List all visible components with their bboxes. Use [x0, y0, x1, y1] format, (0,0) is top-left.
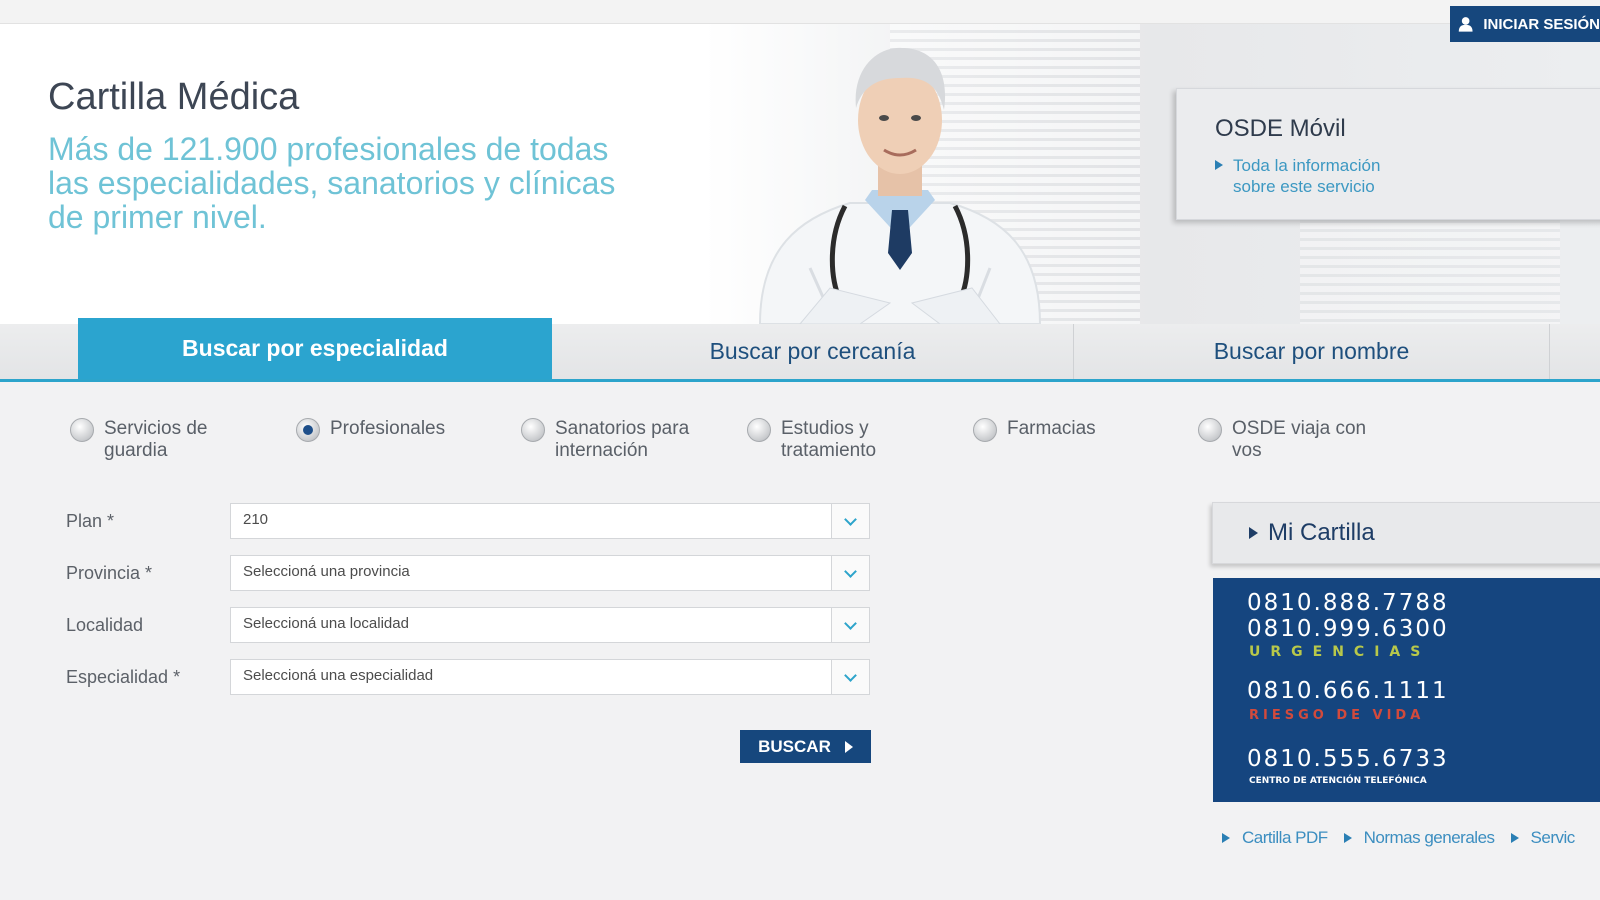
normas-generales-link[interactable]: Normas generales [1343, 828, 1495, 848]
osde-movil-title: OSDE Móvil [1215, 115, 1346, 142]
localidad-label: Localidad [66, 615, 144, 635]
radio-circle[interactable] [747, 418, 771, 442]
footer-links: Cartilla PDF Normas generales Servic [1222, 828, 1591, 848]
phone-number: 0810.666.1111 [1247, 678, 1449, 704]
buscar-button[interactable]: BUSCAR [740, 730, 871, 763]
arrow-right-icon [1222, 833, 1230, 843]
phone-number: 0810.555.6733 [1247, 746, 1449, 772]
link-label[interactable]: Normas generales [1364, 828, 1495, 848]
urgencias-tag: URGENCIAS [1249, 644, 1431, 660]
especialidad-select[interactable]: Seleccioná una especialidad [230, 659, 870, 695]
doctor-illustration [758, 47, 1042, 324]
radio-circle[interactable] [521, 418, 545, 442]
plan-label: Plan * [66, 511, 115, 531]
osde-movil-link[interactable]: Toda la información sobre este servicio [1215, 155, 1423, 197]
tab-buscar-nombre[interactable]: Buscar por nombre [1074, 324, 1550, 379]
plan-select[interactable]: 210 [230, 503, 870, 539]
buscar-label[interactable]: BUSCAR [758, 737, 831, 757]
phone-number: 0810.888.7788 [1247, 590, 1449, 616]
tab-buscar-especialidad[interactable]: Buscar por especialidad [78, 318, 552, 379]
radio-label: Servicios de guardia [104, 418, 208, 461]
riesgo-vida-tag: RIESGO DE VIDA [1249, 708, 1425, 723]
mi-cartilla-button[interactable]: Mi Cartilla [1212, 502, 1600, 564]
phone-number: 0810.999.6300 [1247, 616, 1449, 642]
arrow-right-icon [1249, 527, 1258, 539]
radio-label: Farmacias [1007, 418, 1096, 439]
arrow-right-icon [1343, 833, 1352, 843]
login-button[interactable]: INICIAR SESIÓN [1450, 6, 1600, 42]
play-arrow-icon [844, 740, 853, 753]
provincia-label: Provincia * [66, 563, 153, 583]
radio-circle-selected[interactable] [296, 418, 320, 442]
dropdown-button[interactable] [831, 556, 869, 590]
radio-label: Estudios y tratamiento [781, 418, 877, 461]
especialidad-label: Especialidad * [66, 667, 181, 687]
tab-buscar-cercania[interactable]: Buscar por cercanía [552, 324, 1074, 379]
provincia-value: Seleccioná una provincia [243, 563, 410, 580]
user-icon [1458, 17, 1473, 32]
provincia-select[interactable]: Seleccioná una provincia [230, 555, 870, 591]
dropdown-button[interactable] [831, 660, 869, 694]
chevron-down-icon [844, 668, 857, 682]
centro-atencion-tag: CENTRO DE ATENCIÓN TELEFÓNICA [1249, 776, 1427, 786]
hero-banner: Cartilla Médica Más de 121.900 profesion… [0, 24, 1600, 324]
arrow-right-icon [1510, 833, 1519, 843]
radio-label: OSDE viaja con vos [1232, 418, 1367, 461]
mi-cartilla-label[interactable]: Mi Cartilla [1268, 519, 1375, 547]
radio-label: Profesionales [330, 418, 446, 439]
chevron-down-icon [844, 512, 857, 526]
top-bar [0, 0, 1600, 24]
localidad-value: Seleccioná una localidad [243, 615, 409, 632]
search-type-radios: Servicios de guardia Profesionales Sanat… [0, 418, 1600, 478]
radio-sanatorios[interactable]: Sanatorios para internación [521, 418, 715, 462]
radio-profesionales[interactable]: Profesionales [296, 418, 480, 442]
window-blinds-lower [1300, 214, 1560, 324]
login-label[interactable]: INICIAR SESIÓN [1483, 16, 1600, 33]
page-title: Cartilla Médica [48, 76, 300, 118]
radio-estudios[interactable]: Estudios y tratamiento [747, 418, 911, 462]
radio-label: Sanatorios para internación [555, 418, 690, 461]
osde-movil-panel: OSDE Móvil Toda la información sobre est… [1176, 88, 1600, 220]
radio-osde-viaja[interactable]: OSDE viaja con vos [1198, 418, 1392, 462]
link-label[interactable]: Cartilla PDF [1242, 828, 1328, 848]
cartilla-pdf-link[interactable]: Cartilla PDF [1222, 828, 1328, 848]
link-label[interactable]: Servic [1531, 828, 1576, 848]
phone-numbers-panel: 0810.888.7788 0810.999.6300 URGENCIAS 08… [1213, 578, 1600, 802]
chevron-down-icon [844, 616, 857, 630]
dropdown-button[interactable] [831, 608, 869, 642]
radio-servicios-guardia[interactable]: Servicios de guardia [70, 418, 234, 462]
localidad-select[interactable]: Seleccioná una localidad [230, 607, 870, 643]
osde-movil-link-text[interactable]: Toda la información sobre este servicio [1233, 155, 1423, 197]
chevron-down-icon [844, 564, 857, 578]
plan-value: 210 [243, 511, 269, 528]
search-tabs: Buscar por especialidad Buscar por cerca… [0, 318, 1600, 382]
arrow-right-icon [1215, 160, 1223, 170]
dropdown-button[interactable] [831, 504, 869, 538]
radio-circle[interactable] [70, 418, 94, 442]
radio-circle[interactable] [1198, 418, 1222, 442]
radio-circle[interactable] [973, 418, 997, 442]
page-subtitle: Más de 121.900 profesionales de todas la… [48, 131, 616, 235]
servicios-link[interactable]: Servic [1510, 828, 1576, 848]
especialidad-value: Seleccioná una especialidad [243, 667, 434, 684]
radio-farmacias[interactable]: Farmacias [973, 418, 1157, 442]
